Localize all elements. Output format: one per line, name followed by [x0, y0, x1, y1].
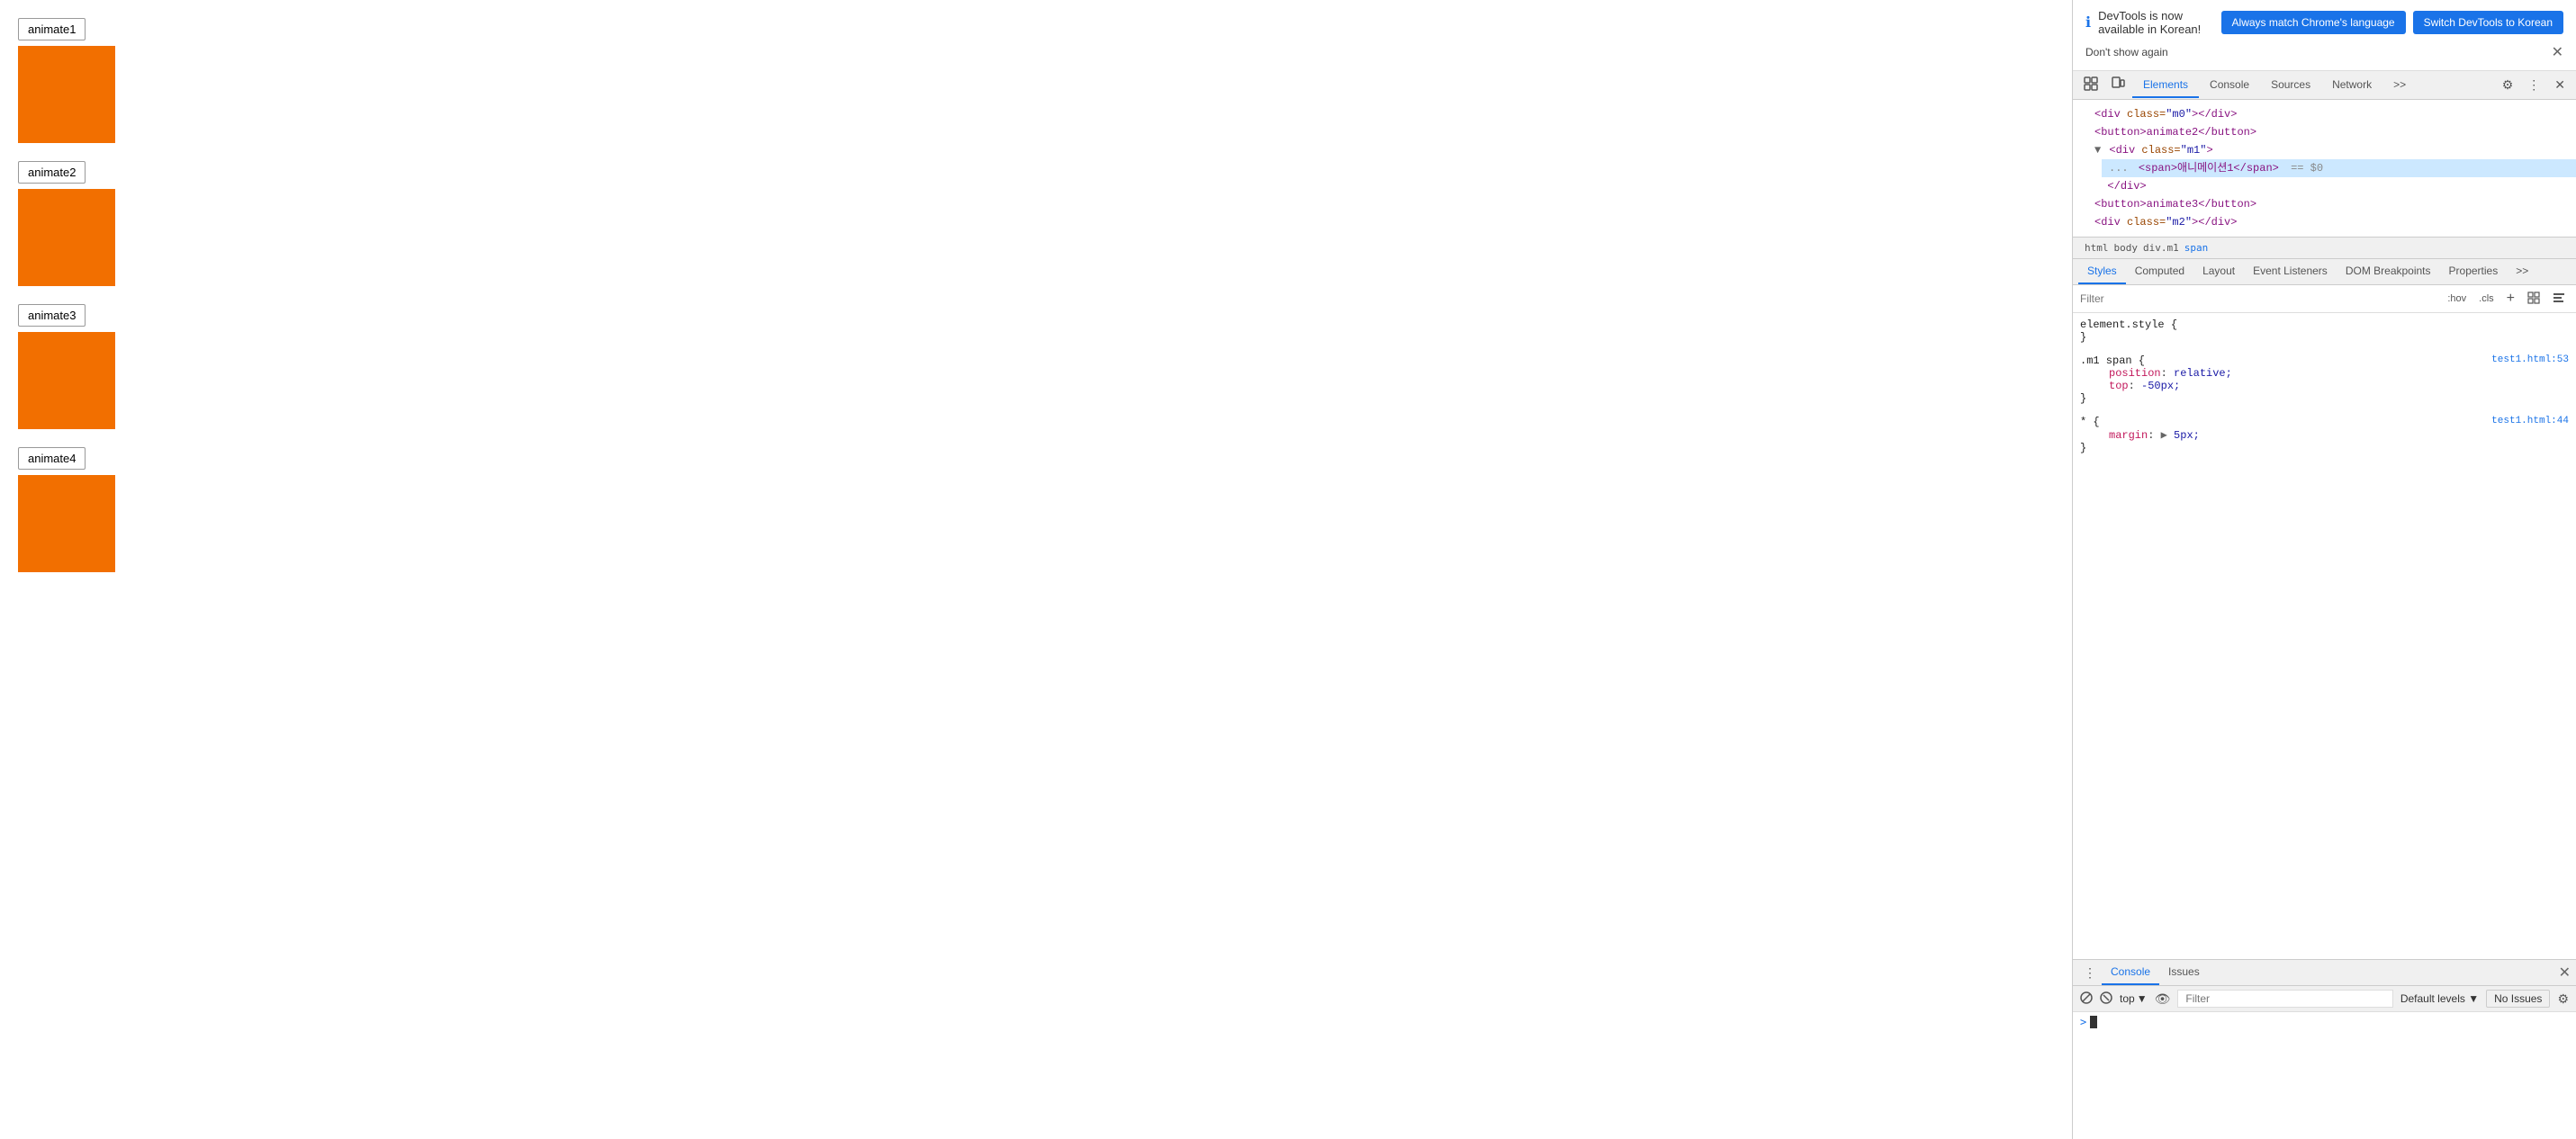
- main-content: animate1 animate2 animate3 animate4: [0, 0, 2072, 1139]
- context-dropdown-icon: ▼: [2137, 992, 2148, 1005]
- breadcrumb-html[interactable]: html: [2082, 241, 2112, 255]
- elements-panel: <div class="m0"></div> <button>animate2<…: [2073, 100, 2576, 238]
- tab-computed[interactable]: Computed: [2126, 259, 2193, 284]
- console-clear-button[interactable]: [2080, 991, 2093, 1007]
- close-devtools-button[interactable]: ✕: [2549, 74, 2571, 96]
- new-style-rule-button[interactable]: [2524, 290, 2544, 309]
- animate3-button[interactable]: animate3: [18, 304, 86, 327]
- tab-styles-more[interactable]: >>: [2507, 259, 2537, 284]
- console-area: ⋮ Console Issues ✕ top: [2073, 959, 2576, 1139]
- hov-filter-button[interactable]: :hov: [2444, 291, 2470, 306]
- breadcrumb-body[interactable]: body: [2112, 241, 2141, 255]
- animate4-box: [18, 475, 115, 572]
- animate1-button[interactable]: animate1: [18, 18, 86, 40]
- animate1-section: animate1: [18, 18, 2054, 143]
- breadcrumb: html body div.m1 span: [2073, 238, 2576, 259]
- tab-event-listeners[interactable]: Event Listeners: [2244, 259, 2337, 284]
- html-line[interactable]: <button>animate3</button>: [2087, 195, 2576, 213]
- html-line-selected[interactable]: ... <span>애니메이션1</span> == $0: [2102, 159, 2576, 177]
- styles-tabs-bar: Styles Computed Layout Event Listeners D…: [2073, 259, 2576, 285]
- html-line[interactable]: ▼ <div class="m1">: [2087, 141, 2576, 159]
- animate1-box: [18, 46, 115, 143]
- info-icon: ℹ: [2085, 13, 2091, 31]
- context-label: top: [2120, 992, 2135, 1005]
- notification-text: DevTools is now available in Korean!: [2098, 9, 2213, 36]
- html-line[interactable]: <div class="m0"></div>: [2087, 105, 2576, 123]
- html-line[interactable]: </div>: [2087, 177, 2576, 195]
- notification-bar: ℹ DevTools is now available in Korean! A…: [2073, 0, 2576, 71]
- tab-console[interactable]: Console: [2199, 73, 2260, 98]
- css-source-star[interactable]: test1.html:44: [2491, 416, 2569, 428]
- css-rule-m1-span: .m1 span { test1.html:53 position: relat…: [2080, 354, 2569, 405]
- notification-close-button[interactable]: ✕: [2552, 43, 2563, 61]
- animate3-box: [18, 332, 115, 429]
- console-filter-input[interactable]: [2177, 990, 2392, 1008]
- tab-network[interactable]: Network: [2321, 73, 2382, 98]
- breadcrumb-divm1[interactable]: div.m1: [2140, 241, 2182, 255]
- no-issues-button[interactable]: No Issues: [2486, 990, 2550, 1008]
- styles-filter-bar: :hov .cls +: [2073, 285, 2576, 313]
- context-selector[interactable]: top ▼: [2120, 992, 2148, 1005]
- animate4-section: animate4: [18, 447, 2054, 572]
- console-toolbar: top ▼ 👁 Default levels ▼ No Issues ⚙: [2073, 986, 2576, 1012]
- console-tabs-bar: ⋮ Console Issues ✕: [2073, 960, 2576, 986]
- devtools-tabs: Elements Console Sources Network >>: [2132, 73, 2417, 98]
- more-options-button[interactable]: ⋮: [2522, 74, 2545, 96]
- css-rule-star: * { test1.html:44 margin: ▶ 5px; }: [2080, 416, 2569, 454]
- computed-sidebar-button[interactable]: [2549, 290, 2569, 309]
- inspect-element-button[interactable]: [2078, 73, 2103, 97]
- animate4-button[interactable]: animate4: [18, 447, 86, 470]
- prompt-cursor: [2090, 1016, 2097, 1028]
- tab-dom-breakpoints[interactable]: DOM Breakpoints: [2337, 259, 2440, 284]
- animate2-button[interactable]: animate2: [18, 161, 86, 184]
- switch-devtools-button[interactable]: Switch DevTools to Korean: [2413, 11, 2563, 34]
- dont-show-label[interactable]: Don't show again: [2085, 46, 2168, 58]
- always-match-button[interactable]: Always match Chrome's language: [2221, 11, 2406, 34]
- css-rule-element-style: element.style { }: [2080, 318, 2569, 344]
- add-style-button[interactable]: +: [2503, 289, 2518, 309]
- styles-filter-input[interactable]: [2080, 292, 2438, 305]
- devtools-toolbar: Elements Console Sources Network >> ⚙ ⋮ …: [2073, 71, 2576, 100]
- tab-more[interactable]: >>: [2382, 73, 2417, 98]
- tab-sources[interactable]: Sources: [2260, 73, 2321, 98]
- console-settings-button[interactable]: ⚙: [2557, 991, 2569, 1007]
- tab-issues[interactable]: Issues: [2159, 960, 2209, 985]
- html-line[interactable]: <button>animate2</button>: [2087, 123, 2576, 141]
- breadcrumb-span[interactable]: span: [2182, 241, 2211, 255]
- animate2-section: animate2: [18, 161, 2054, 286]
- tab-layout[interactable]: Layout: [2193, 259, 2244, 284]
- console-prompt[interactable]: >: [2080, 1016, 2569, 1028]
- css-rules: element.style { } .m1 span { test1.html:…: [2073, 313, 2576, 959]
- tab-properties[interactable]: Properties: [2440, 259, 2508, 284]
- devtools-panel: ℹ DevTools is now available in Korean! A…: [2072, 0, 2576, 1139]
- default-levels-button[interactable]: Default levels ▼: [2400, 992, 2479, 1005]
- animate3-section: animate3: [18, 304, 2054, 429]
- prompt-arrow: >: [2080, 1016, 2086, 1028]
- toolbar-right: ⚙ ⋮ ✕: [2497, 74, 2571, 96]
- tab-console-bottom[interactable]: Console: [2102, 960, 2159, 985]
- cls-filter-button[interactable]: .cls: [2475, 291, 2498, 306]
- console-more-options[interactable]: ⋮: [2078, 962, 2102, 984]
- eye-icon-button[interactable]: 👁: [2155, 991, 2171, 1007]
- settings-button[interactable]: ⚙: [2497, 74, 2519, 96]
- tab-elements[interactable]: Elements: [2132, 73, 2199, 98]
- console-filter-button[interactable]: [2100, 991, 2112, 1007]
- device-toolbar-button[interactable]: [2105, 73, 2130, 97]
- animate2-box: [18, 189, 115, 286]
- html-line[interactable]: <div class="m2"></div>: [2087, 213, 2576, 231]
- console-body: >: [2073, 1012, 2576, 1139]
- console-close-button[interactable]: ✕: [2559, 964, 2571, 982]
- css-source-m1span[interactable]: test1.html:53: [2491, 354, 2569, 367]
- tab-styles[interactable]: Styles: [2078, 259, 2126, 284]
